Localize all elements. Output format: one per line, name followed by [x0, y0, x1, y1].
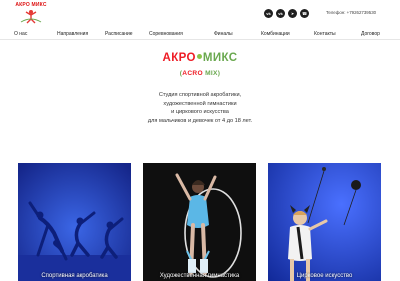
card-label-acrobatics: Спортивная акробатика — [41, 273, 108, 279]
subtitle-part2: MIX — [205, 70, 218, 77]
gymnastics-photo — [143, 163, 256, 281]
description-line: и циркового искусства — [171, 109, 229, 116]
vk-icon[interactable]: vk — [264, 9, 273, 18]
logo[interactable]: АКРО МИКС — [14, 2, 48, 24]
brand-title-part1: АКРО — [162, 52, 196, 64]
vk-video-icon[interactable]: vk — [276, 9, 285, 18]
nav-item-competitions[interactable]: Соревнования — [149, 31, 183, 37]
subtitle-close-paren: ) — [217, 70, 221, 77]
nav-item-about[interactable]: О нас — [14, 31, 27, 37]
circus-photo — [268, 163, 381, 281]
card-rhythmic-gymnastics[interactable]: Художественная гимнастика — [143, 163, 256, 281]
studio-description: Студия спортивной акробатики, художестве… — [0, 91, 400, 125]
brand-subtitle: (ACRO MIX) — [0, 70, 400, 77]
whatsapp-icon[interactable]: ☎ — [300, 9, 309, 18]
brand-dot-icon — [196, 54, 202, 60]
nav-item-contract[interactable]: Договор — [361, 31, 380, 37]
nav-item-combinations[interactable]: Комбинации — [261, 31, 290, 37]
card-label-rhythmic-gymnastics: Художественная гимнастика — [159, 273, 240, 279]
logo-figure-icon — [20, 10, 42, 24]
description-line: Студия спортивной акробатики, — [158, 92, 242, 98]
social-links: vk vk ➤ ☎ — [264, 9, 309, 18]
card-circus-art[interactable]: Цирковое искусство — [268, 163, 381, 281]
nav-item-directions[interactable]: Направления — [57, 31, 88, 37]
phone-number[interactable]: Телефон: +79262739530 — [326, 10, 376, 15]
brand-title: АКРО МИКС — [0, 52, 400, 64]
subtitle-part1: ACRO — [182, 70, 203, 77]
nav-item-schedule[interactable]: Расписание — [105, 31, 133, 37]
telegram-icon[interactable]: ➤ — [288, 9, 297, 18]
site-header: АКРО МИКС vk vk ➤ ☎ Телефон: +7926273953… — [0, 0, 400, 27]
card-acrobatics[interactable]: Спортивная акробатика — [18, 163, 131, 281]
acrobatics-photo — [18, 163, 131, 281]
description-line: художественной гимнастики — [163, 100, 237, 107]
main-nav: О нас Направления Расписание Соревновани… — [0, 28, 400, 40]
description-line: для мальчиков и девочек от 4 до 18 лет. — [147, 117, 253, 124]
card-label-circus-art: Цирковое искусство — [296, 273, 353, 279]
nav-item-contacts[interactable]: Контакты — [314, 31, 336, 37]
nav-item-finals[interactable]: Финалы — [214, 31, 233, 37]
brand-title-part2: МИКС — [202, 52, 238, 64]
